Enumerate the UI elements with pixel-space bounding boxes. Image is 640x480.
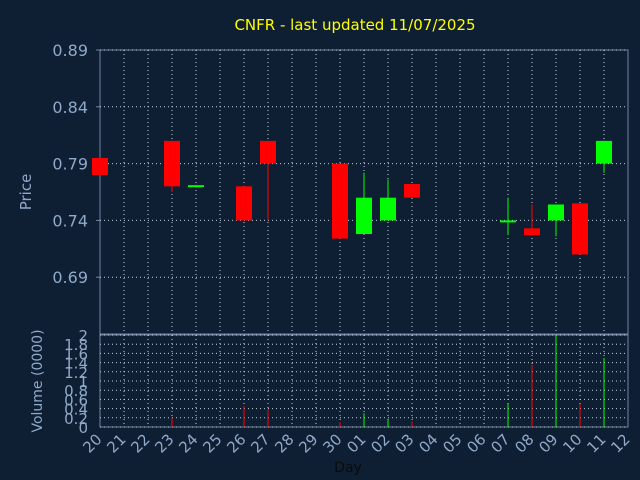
volume-axis-label: Volume (0000): [30, 329, 46, 432]
volume-tick-label: 0: [78, 419, 88, 437]
candle-body-up: [500, 220, 516, 223]
candle-body-up: [548, 204, 564, 221]
candle-body-down: [404, 184, 420, 198]
candle-body-down: [332, 163, 348, 239]
price-tick-label: 0.84: [52, 98, 88, 117]
candle-body-up: [188, 185, 204, 188]
candle-body-down: [572, 203, 588, 255]
candle-body-down: [260, 140, 276, 164]
chart-background: [0, 0, 640, 480]
candle-body-down: [164, 140, 180, 187]
candle-body-down: [524, 228, 540, 236]
candle-body-down: [236, 186, 252, 221]
candle-body-down: [92, 157, 108, 175]
candle-body-up: [356, 197, 372, 235]
x-axis-label: Day: [334, 460, 362, 476]
price-tick-label: 0.89: [52, 41, 88, 60]
candlestick-chart: CNFR - last updated 11/07/2025 Price Vol…: [0, 0, 640, 480]
price-tick-label: 0.69: [52, 268, 88, 287]
price-tick-label: 0.74: [52, 211, 88, 230]
candle-body-up: [380, 197, 396, 221]
x-axis: 2021222324252627282930010203040506070809…: [79, 430, 633, 456]
chart-root: CNFR - last updated 11/07/2025 Price Vol…: [0, 0, 640, 480]
candle-body-up: [596, 140, 612, 164]
price-tick-label: 0.79: [52, 155, 88, 174]
price-axis-label: Price: [17, 174, 35, 211]
chart-title: CNFR - last updated 11/07/2025: [234, 16, 475, 34]
